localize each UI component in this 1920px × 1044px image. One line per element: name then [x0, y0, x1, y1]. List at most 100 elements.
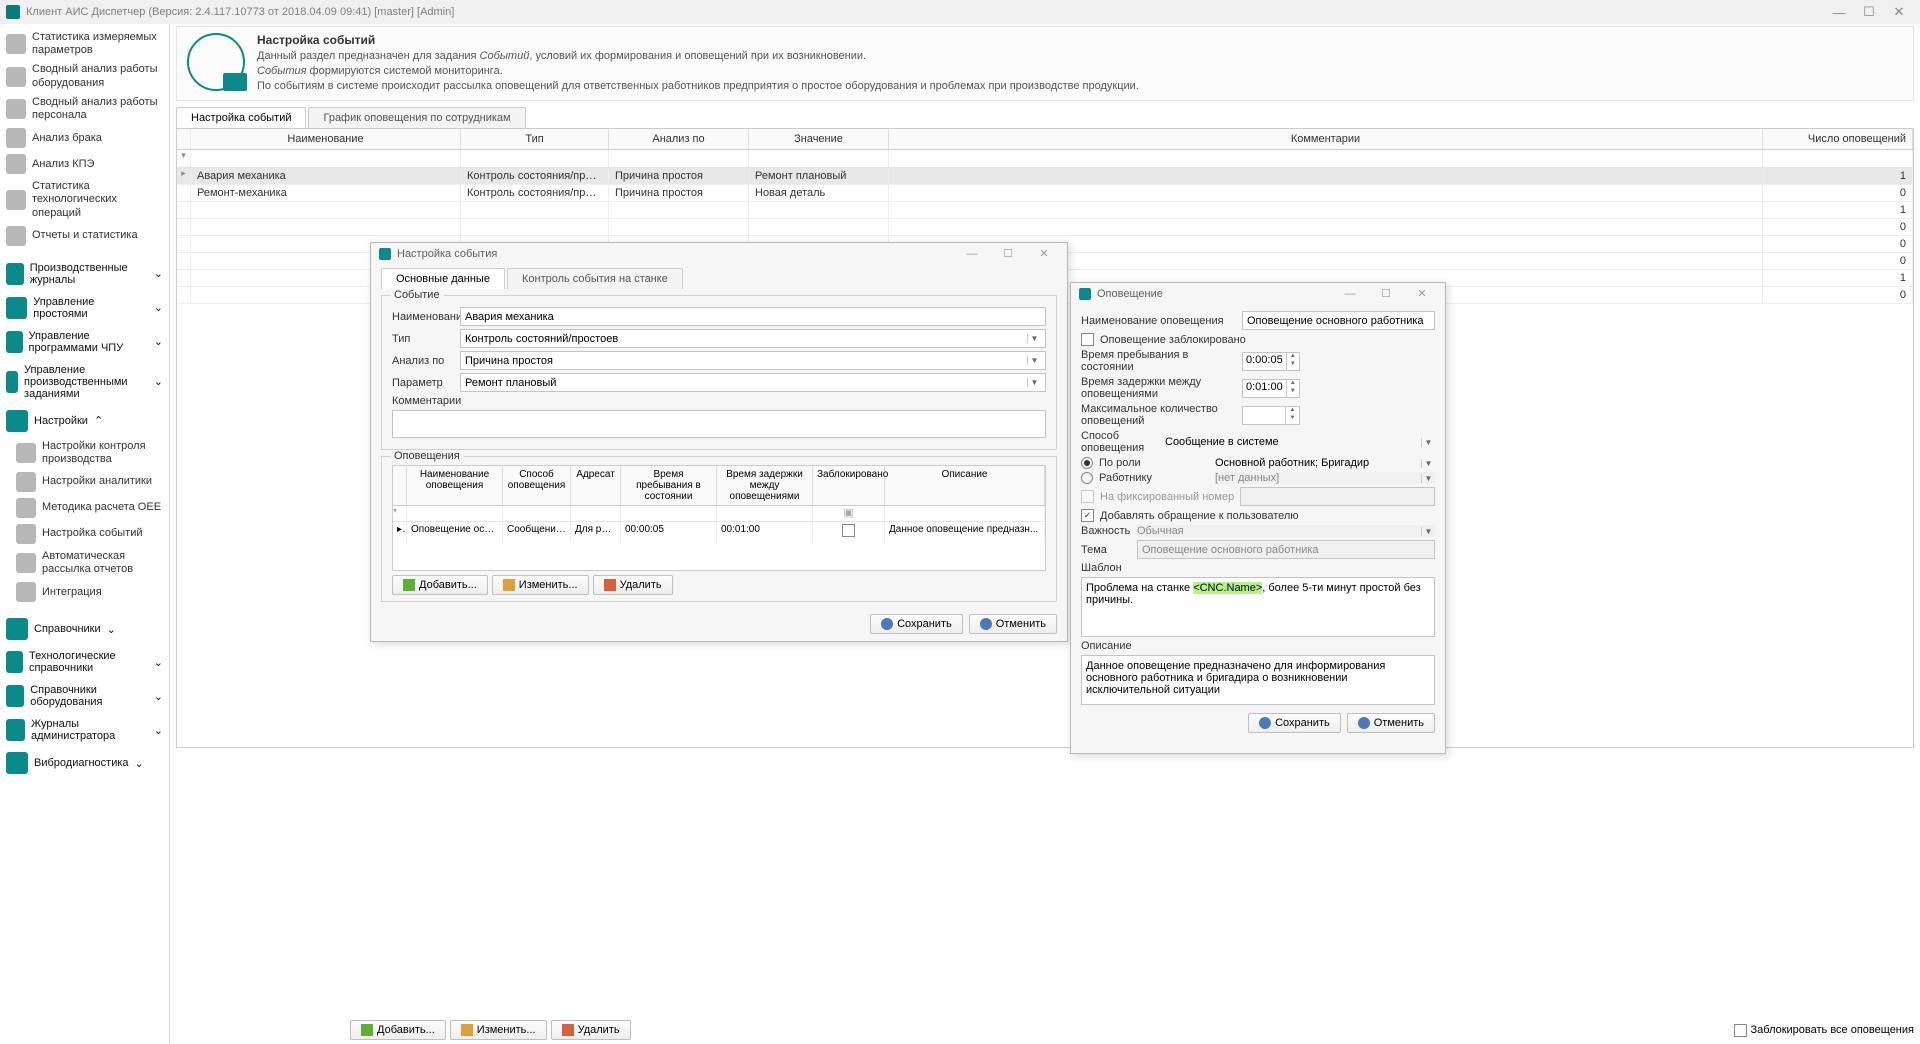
- sidebar-item[interactable]: Сводный анализ работы оборудования: [0, 60, 169, 92]
- col-header[interactable]: Адресат: [571, 466, 621, 505]
- by-worker-radio[interactable]: [1081, 472, 1093, 484]
- subject-input: [1137, 540, 1435, 559]
- save-button[interactable]: Сохранить: [1248, 713, 1341, 733]
- max-count-spinner[interactable]: ▲▼: [1242, 406, 1300, 425]
- minimize-button[interactable]: —: [1824, 5, 1854, 20]
- table-row[interactable]: Ремонт-механика Контроль состояния/причи…: [177, 185, 1913, 202]
- close-button[interactable]: ✕: [1884, 4, 1914, 20]
- event-param-combo[interactable]: Ремонт плановый▼: [460, 373, 1046, 392]
- chart-icon: [6, 154, 26, 174]
- add-salutation-checkbox[interactable]: ✓: [1081, 509, 1094, 522]
- table-row[interactable]: ▸ Авария механика Контроль состояния/при…: [177, 168, 1913, 185]
- cell-checkbox[interactable]: [813, 522, 885, 542]
- cell: Новая деталь: [749, 185, 889, 201]
- tab-events[interactable]: Настройка событий: [176, 107, 306, 128]
- cell: Ремонт плановый: [749, 168, 889, 184]
- dialog-maximize-button[interactable]: ☐: [993, 247, 1023, 260]
- cell: 0: [1763, 253, 1913, 269]
- time-in-state-spinner[interactable]: 0:00:05▲▼: [1242, 352, 1300, 371]
- plus-icon: [403, 579, 415, 591]
- col-header[interactable]: Способ оповещения: [503, 466, 571, 505]
- table-row[interactable]: 0: [177, 219, 1913, 236]
- delete-notification-button[interactable]: Удалить: [593, 575, 673, 595]
- sidebar-item[interactable]: Статистика измеряемых параметров: [0, 28, 169, 60]
- col-header[interactable]: Наименование оповещения: [407, 466, 503, 505]
- chevron-down-icon: ⌄: [154, 656, 163, 669]
- description-textarea[interactable]: Данное оповещение предназначено для инфо…: [1081, 655, 1435, 705]
- sidebar-group-settings[interactable]: Настройки⌃: [0, 405, 169, 437]
- sidebar-group[interactable]: Журналы администратора⌄: [0, 713, 169, 747]
- block-all-checkbox[interactable]: [1734, 1024, 1747, 1037]
- tab-main-data[interactable]: Основные данные: [381, 268, 505, 289]
- tab-schedule[interactable]: График оповещения по сотрудникам: [308, 107, 525, 128]
- sidebar-item[interactable]: Отчеты и статистика: [0, 223, 169, 249]
- chevron-down-icon: ▼: [1421, 474, 1435, 483]
- tab-machine-control[interactable]: Контроль события на станке: [507, 268, 683, 289]
- sidebar-group[interactable]: Управление производственными заданиями⌄: [0, 359, 169, 405]
- sidebar-item[interactable]: Анализ брака: [0, 125, 169, 151]
- save-button[interactable]: Сохранить: [870, 614, 963, 634]
- col-header[interactable]: Тип: [461, 129, 609, 149]
- col-header[interactable]: Время задержки между оповещениями: [717, 466, 813, 505]
- col-header[interactable]: Значение: [749, 129, 889, 149]
- sidebar-item[interactable]: Статистика технологических операций: [0, 177, 169, 223]
- sidebar-group[interactable]: Справочники⌄: [0, 613, 169, 645]
- edit-notification-button[interactable]: Изменить...: [492, 575, 589, 595]
- notif-name-input[interactable]: [1242, 311, 1435, 330]
- cancel-icon: [1358, 717, 1370, 729]
- add-notification-button[interactable]: Добавить...: [392, 575, 488, 595]
- dialog-minimize-button[interactable]: —: [957, 248, 987, 260]
- col-header[interactable]: Число оповещений: [1763, 129, 1913, 149]
- cancel-button[interactable]: Отменить: [1347, 713, 1435, 733]
- sidebar-group[interactable]: Производственные журналы⌄: [0, 257, 169, 291]
- template-textarea[interactable]: Проблема на станке <CNC.Name>, более 5-т…: [1081, 577, 1435, 637]
- add-event-button[interactable]: Добавить...: [350, 1020, 446, 1040]
- label: Важность: [1081, 525, 1131, 537]
- event-comment-textarea[interactable]: [392, 410, 1046, 438]
- sidebar-item[interactable]: Настройки аналитики: [10, 469, 169, 495]
- sidebar-item[interactable]: Автоматическая рассылка отчетов: [10, 547, 169, 579]
- col-header[interactable]: Время пребывания в состоянии: [621, 466, 717, 505]
- sidebar-group[interactable]: Справочники оборудования⌄: [0, 679, 169, 713]
- sidebar-item[interactable]: Методика расчета OEE: [10, 495, 169, 521]
- edit-event-button[interactable]: Изменить...: [450, 1020, 547, 1040]
- delay-spinner[interactable]: 0:01:00▲▼: [1242, 379, 1300, 398]
- sidebar-group[interactable]: Управление простоями⌄: [0, 291, 169, 325]
- sidebar-item-events[interactable]: Настройка событий: [10, 521, 169, 547]
- sidebar-group[interactable]: Управление программами ЧПУ⌄: [0, 325, 169, 359]
- method-combo[interactable]: Сообщение в системе▼: [1165, 436, 1435, 448]
- maximize-button[interactable]: ☐: [1854, 4, 1884, 20]
- sidebar-item[interactable]: Анализ КПЭ: [0, 151, 169, 177]
- dialog-minimize-button[interactable]: —: [1335, 288, 1365, 300]
- subgrid-row[interactable]: ▸ Оповещение основ... Сообщение в ... Дл…: [393, 522, 1045, 542]
- sidebar-item[interactable]: Настройки контроля производства: [10, 437, 169, 469]
- col-header[interactable]: Анализ по: [609, 129, 749, 149]
- dialog-close-button[interactable]: ✕: [1029, 247, 1059, 260]
- sidebar-group[interactable]: Технологические справочники⌄: [0, 645, 169, 679]
- label: Способ оповещения: [1081, 430, 1159, 454]
- event-analiz-combo[interactable]: Причина простоя▼: [460, 351, 1046, 370]
- blocked-checkbox[interactable]: [1081, 333, 1094, 346]
- sidebar-group[interactable]: Вибродиагностика⌄: [0, 747, 169, 779]
- page-header: Настройка событий Данный раздел предназн…: [176, 26, 1914, 101]
- col-header[interactable]: Заблокировано: [813, 466, 885, 505]
- table-row[interactable]: 1: [177, 202, 1913, 219]
- event-name-input[interactable]: [460, 307, 1046, 326]
- sidebar-item[interactable]: Сводный анализ работы персонала: [0, 93, 169, 125]
- event-type-combo[interactable]: Контроль состояний/простоев▼: [460, 329, 1046, 348]
- fixed-number-checkbox: [1081, 490, 1094, 503]
- delete-event-button[interactable]: Удалить: [551, 1020, 631, 1040]
- dialog-maximize-button[interactable]: ☐: [1371, 287, 1401, 300]
- col-header[interactable]: Комментарии: [889, 129, 1763, 149]
- fixed-number-input: [1240, 487, 1435, 506]
- by-role-radio[interactable]: [1081, 457, 1093, 469]
- role-combo[interactable]: Основной работник; Бригадир▼: [1215, 457, 1435, 469]
- report-icon: [6, 67, 26, 87]
- sidebar-item[interactable]: Интеграция: [10, 579, 169, 605]
- dialog-title: Оповещение: [1097, 288, 1163, 300]
- cancel-button[interactable]: Отменить: [969, 614, 1057, 634]
- dialog-close-button[interactable]: ✕: [1407, 287, 1437, 300]
- chevron-down-icon: ⌄: [154, 335, 163, 348]
- col-header[interactable]: Наименование: [191, 129, 461, 149]
- col-header[interactable]: Описание: [885, 466, 1045, 505]
